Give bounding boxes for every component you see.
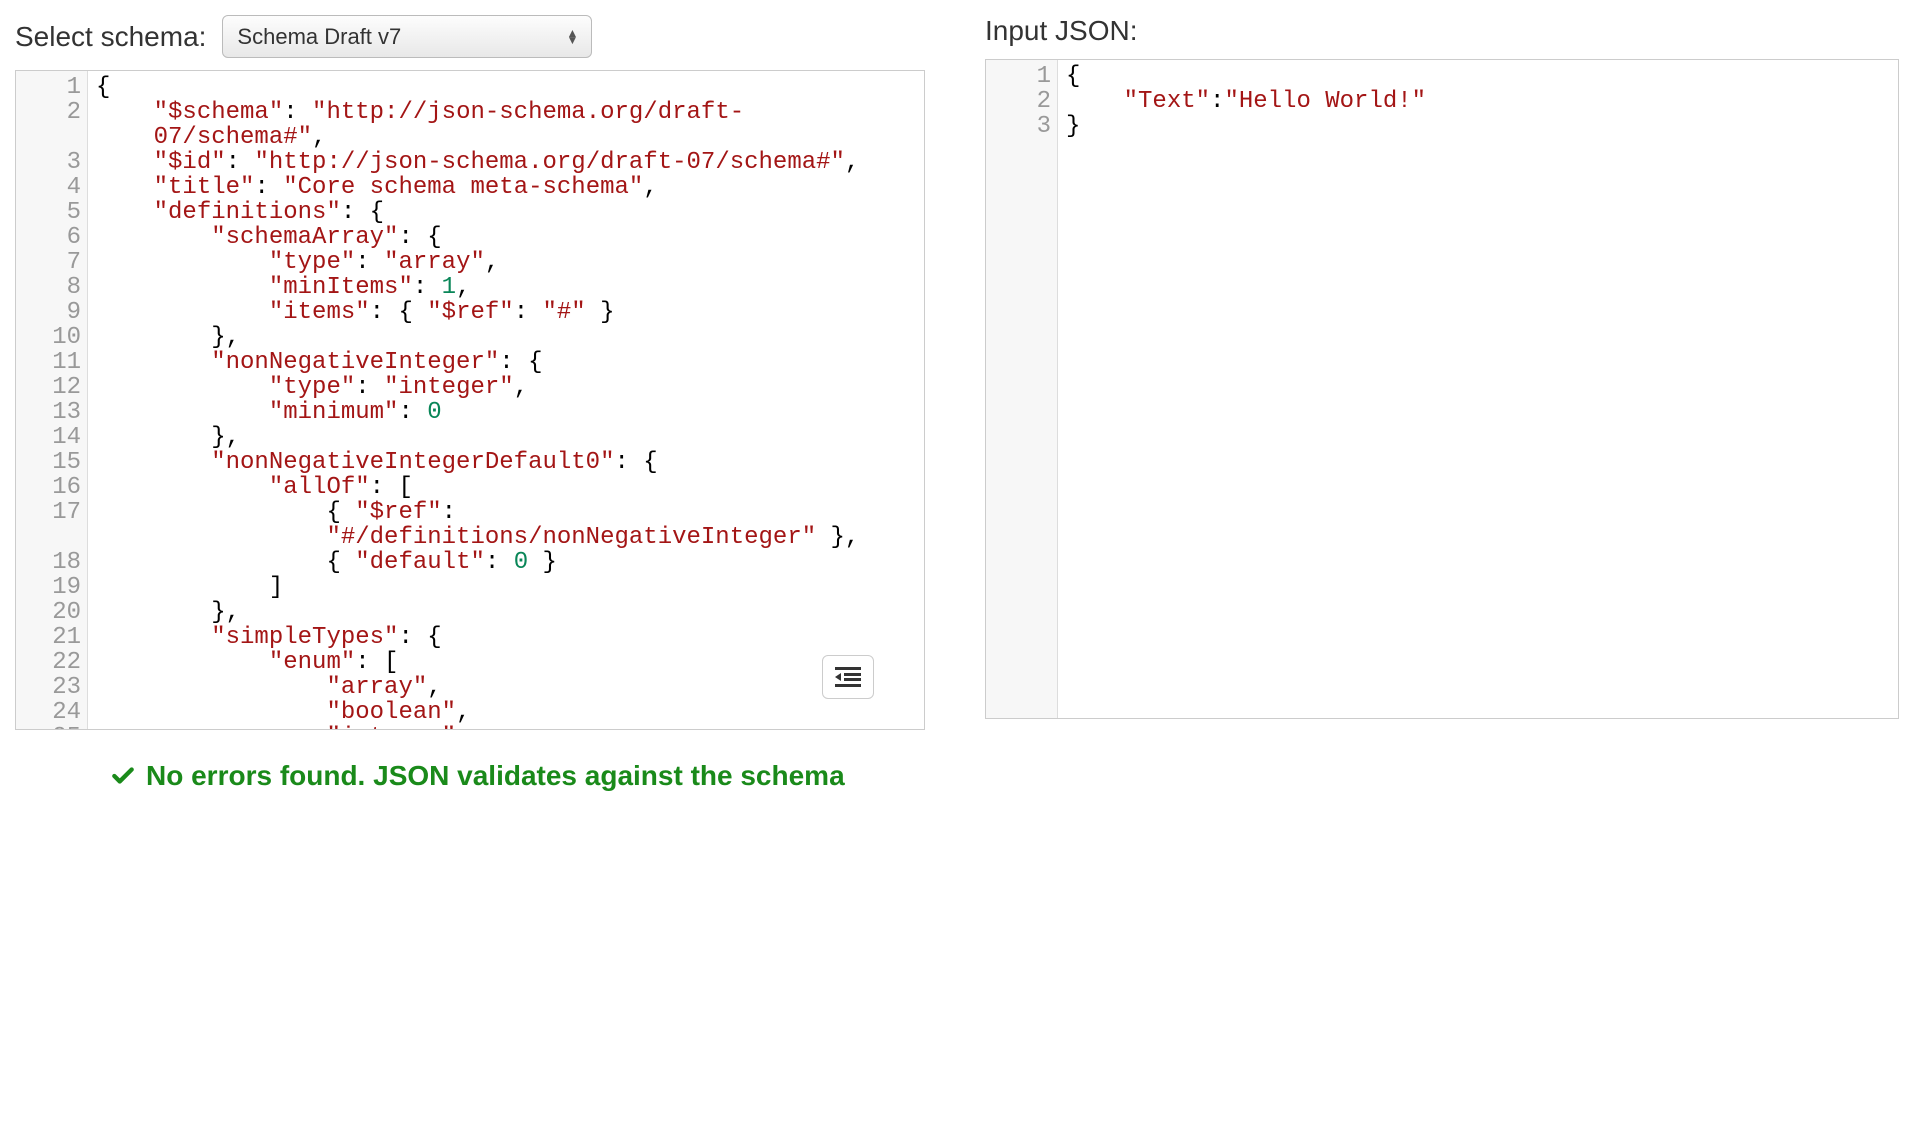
- code-line[interactable]: { "$ref":: [96, 500, 916, 525]
- code-line[interactable]: "definitions": {: [96, 200, 916, 225]
- json-code-area[interactable]: { "Text":"Hello World!"}: [1058, 60, 1898, 718]
- code-line[interactable]: "type": "array",: [96, 250, 916, 275]
- code-line[interactable]: "nonNegativeIntegerDefault0": {: [96, 450, 916, 475]
- code-line[interactable]: "$id": "http://json-schema.org/draft-07/…: [96, 150, 916, 175]
- schema-editor[interactable]: 1234567891011121314151617181920212223242…: [15, 70, 925, 730]
- check-icon: [110, 763, 136, 789]
- input-json-label: Input JSON:: [985, 15, 1138, 47]
- code-line[interactable]: "array",: [96, 675, 916, 700]
- format-button[interactable]: [822, 655, 874, 699]
- code-line[interactable]: "integer",: [96, 725, 916, 729]
- code-line[interactable]: "schemaArray": {: [96, 225, 916, 250]
- code-line[interactable]: "allOf": [: [96, 475, 916, 500]
- schema-select[interactable]: Schema Draft v7: [222, 15, 592, 58]
- code-line[interactable]: "#/definitions/nonNegativeInteger" },: [96, 525, 916, 550]
- code-line[interactable]: { "default": 0 }: [96, 550, 916, 575]
- code-line[interactable]: "minimum": 0: [96, 400, 916, 425]
- code-line[interactable]: ]: [96, 575, 916, 600]
- code-line[interactable]: "nonNegativeInteger": {: [96, 350, 916, 375]
- schema-gutter: 1234567891011121314151617181920212223242…: [16, 71, 88, 729]
- code-line[interactable]: "Text":"Hello World!": [1066, 89, 1890, 114]
- code-line[interactable]: {: [96, 75, 916, 100]
- code-line[interactable]: "simpleTypes": {: [96, 625, 916, 650]
- code-line[interactable]: "$schema": "http://json-schema.org/draft…: [96, 100, 916, 125]
- code-line[interactable]: "minItems": 1,: [96, 275, 916, 300]
- code-line[interactable]: "boolean",: [96, 700, 916, 725]
- validation-status: No errors found. JSON validates against …: [110, 760, 1899, 792]
- code-line[interactable]: },: [96, 325, 916, 350]
- code-line[interactable]: },: [96, 600, 916, 625]
- code-line[interactable]: {: [1066, 64, 1890, 89]
- status-message: No errors found. JSON validates against …: [146, 760, 845, 792]
- code-line[interactable]: "enum": [: [96, 650, 916, 675]
- code-line[interactable]: "title": "Core schema meta-schema",: [96, 175, 916, 200]
- schema-select-label: Select schema:: [15, 21, 206, 53]
- code-line[interactable]: }: [1066, 114, 1890, 139]
- json-gutter: 123: [986, 60, 1058, 718]
- code-line[interactable]: 07/schema#",: [96, 125, 916, 150]
- schema-code-area[interactable]: { "$schema": "http://json-schema.org/dra…: [88, 71, 924, 729]
- indent-icon: [835, 667, 861, 687]
- code-line[interactable]: "items": { "$ref": "#" }: [96, 300, 916, 325]
- code-line[interactable]: },: [96, 425, 916, 450]
- code-line[interactable]: "type": "integer",: [96, 375, 916, 400]
- json-editor[interactable]: 123 { "Text":"Hello World!"}: [985, 59, 1899, 719]
